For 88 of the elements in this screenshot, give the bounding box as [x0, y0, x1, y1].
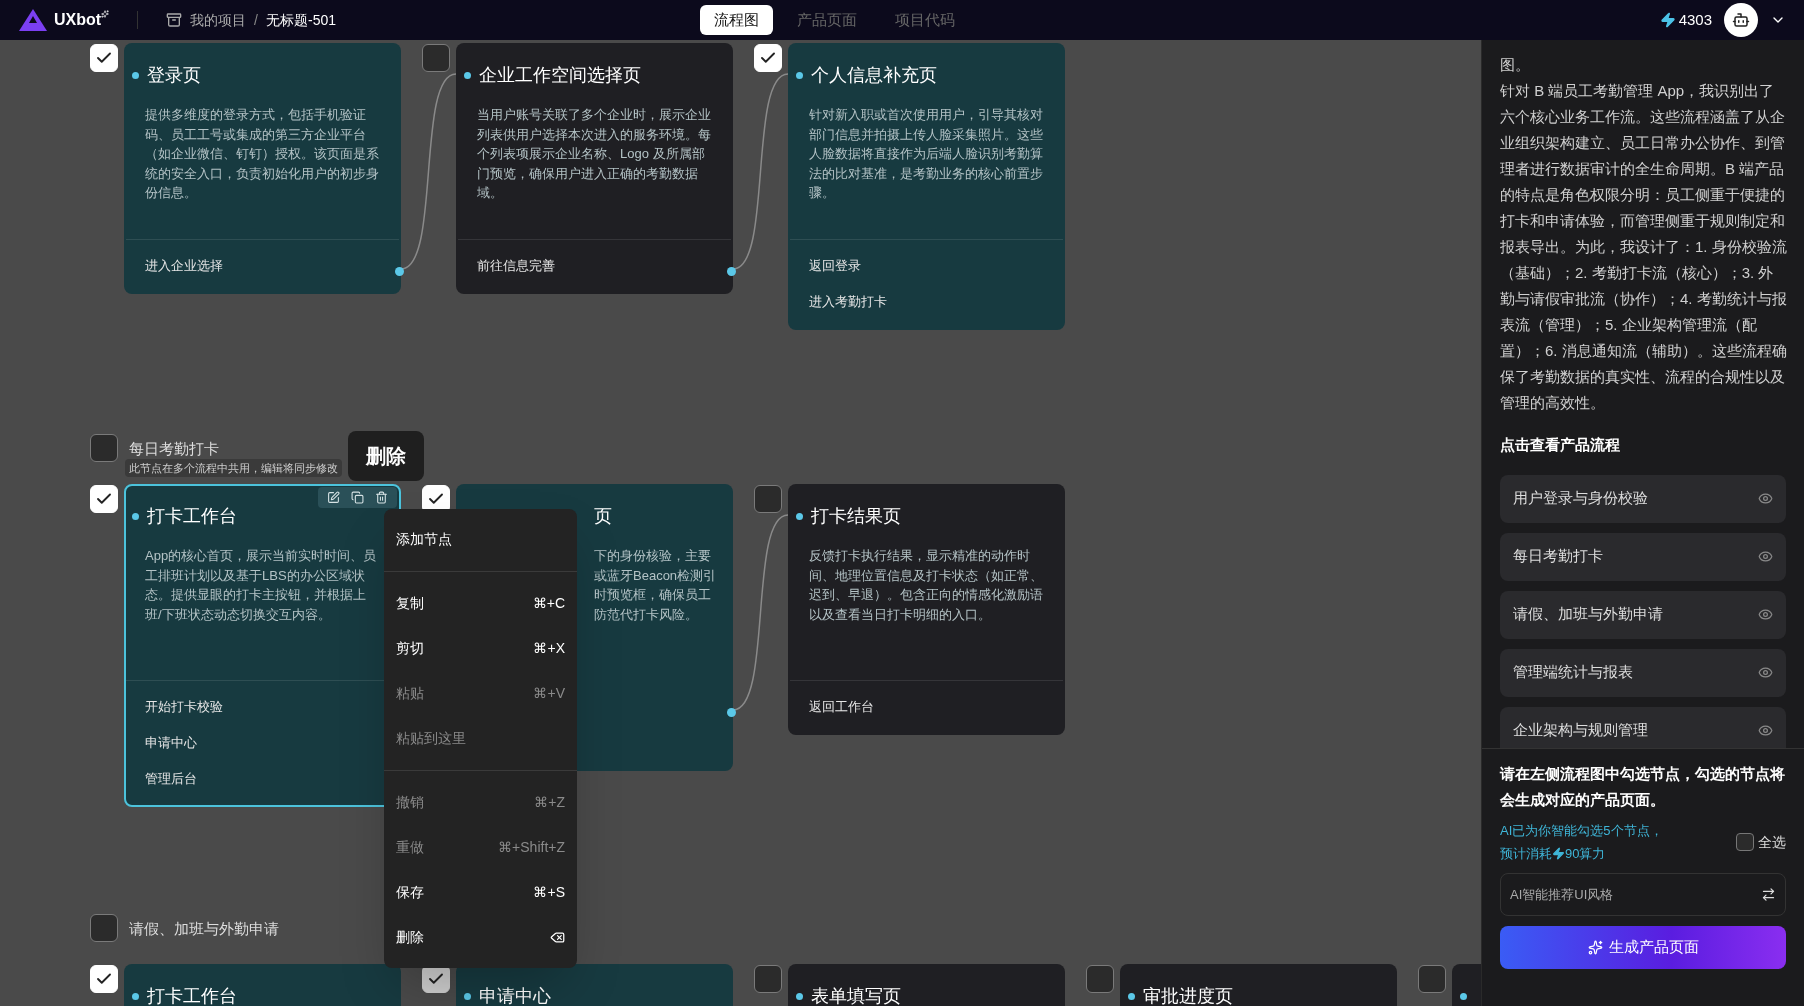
- sparkle-icon: [101, 10, 110, 18]
- generate-button[interactable]: 生成产品页面: [1500, 926, 1786, 969]
- flows-heading: 点击查看产品流程: [1500, 435, 1621, 455]
- menu-item[interactable]: 保存 ⌘+S: [384, 870, 577, 915]
- flow-list-item[interactable]: 企业架构与规则管理: [1500, 706, 1786, 748]
- sparkle-icon: [1587, 940, 1603, 955]
- eye-icon[interactable]: [1758, 723, 1773, 738]
- view-tab[interactable]: 流程图: [700, 5, 774, 35]
- checkbox[interactable]: [1418, 965, 1446, 993]
- breadcrumb-link[interactable]: 我的项目: [190, 9, 247, 31]
- menu-item[interactable]: 删除: [384, 915, 577, 960]
- node-title: 登录页: [147, 63, 201, 87]
- node-title: 申请中心: [479, 984, 551, 1006]
- node-description-fragment: 或蓝牙Beacon检测引: [594, 566, 718, 585]
- select-all-label: 全选: [1758, 832, 1786, 852]
- flow-node-card[interactable]: 企业工作空间选择页 当用户账号关联了多个企业时，展示企业列表供用户选择本次进入的服务环境。每个列表项展示企业名称、Logo 及所属部门预览，确保用户进入正确的考勤数据域。 前往信息完善: [456, 43, 733, 294]
- node-description-fragment: 防范代打卡风险。: [594, 605, 699, 624]
- lightning-icon: [1659, 12, 1676, 28]
- lightning-icon: [1552, 847, 1565, 860]
- flow-list-item[interactable]: 请假、加班与外勤申请: [1500, 590, 1786, 639]
- node-title: 表单填写页: [811, 984, 901, 1006]
- node-title: 个人信息补充页: [811, 63, 937, 87]
- eye-icon[interactable]: [1758, 549, 1773, 564]
- eye-icon[interactable]: [1758, 607, 1773, 622]
- flow-group-label: 每日考勤打卡: [129, 439, 219, 459]
- flow-list-item[interactable]: 用户登录与身份校验: [1500, 474, 1786, 523]
- node-title: 打卡工作台: [147, 984, 237, 1006]
- flow-node-card[interactable]: 打卡工作台: [124, 964, 401, 1006]
- node-description: 针对新入职或首次使用用户，引导其核对部门信息并拍摄上传人脸采集照片。这些人脸数据将直接作为后端人脸识别考勤算法的比对基准，是考勤业务的核心前置步骤。: [808, 106, 1044, 202]
- node-action[interactable]: 前往信息完善: [458, 248, 731, 284]
- cost-label: 预计消耗: [1500, 845, 1552, 863]
- style-input[interactable]: AI智能推荐UI风格: [1510, 884, 1761, 905]
- node-action[interactable]: 返回工作台: [790, 689, 1063, 725]
- checkbox[interactable]: [90, 434, 118, 462]
- node-description: 反馈打卡执行结果，显示精准的动作时间、地理位置信息及打卡状态（如正常、迟到、早退）。包含正向的情感化激励语以及查看当日打卡明细的入口。: [808, 547, 1044, 624]
- node-title: 打卡工作台: [147, 504, 237, 528]
- flow-node-card[interactable]: 表单填写页: [788, 964, 1065, 1006]
- breadcrumb-current: 无标题-501: [266, 10, 337, 30]
- flow-node-card[interactable]: 个人信息补充页 针对新入职或首次使用用户，引导其核对部门信息并拍摄上传人脸采集照片。这些人脸数据将直接作为后端人脸识别考勤算法的比对基准，是考勤业务的核心前置步骤。 返回登录 进入考勤打卡: [788, 43, 1065, 330]
- tooltip: 删除: [348, 431, 424, 481]
- instruction-text: 请在左侧流程图中勾选节点，勾选的节点将会生成对应的产品页面。: [1500, 764, 1786, 810]
- node-description: 当用户账号关联了多个企业时，展示企业列表供用户选择本次进入的服务环境。每个列表项展示企业名称、Logo 及所属部门预览，确保用户进入正确的考勤数据域。: [476, 106, 712, 202]
- view-tab[interactable]: 项目代码: [881, 5, 970, 35]
- flow-node-card[interactable]: 打卡结果页 反馈打卡执行结果，显示精准的动作时间、地理位置信息及打卡状态（如正常、迟到、早退）。包含正向的情感化激励语以及查看当日打卡明细的入口。 返回工作台: [788, 484, 1065, 735]
- swap-icon[interactable]: [1761, 887, 1776, 902]
- chat-message: 针对 B 端员工考勤管理 App，我识别出了六个核心业务工作流。这些流程涵盖了从企业组织架构建立、员工日常办公协作、到管理者进行数据审计的全生命周期。B 端产品的特点是角色权限分明：员工侧重于便捷的打卡和申请体验，而管理侧重于规则制定和报表导出。为此，我设计了：1. 身份校验流（基础）；2. 考勤打卡流（核心）；3. 外勤与请假审批流（协作）；4. 考勤统计与报表流（管理）；5. 企业架构管理流（配置）；6. 消息通知流（辅助）。这些流程确保了考勤数据的真实性、流程的合规性以及管理的高效性。: [1500, 81, 1788, 413]
- node-description-fragment: 时预览框，确保员工: [594, 586, 712, 604]
- robot-icon: [1732, 11, 1750, 29]
- node-description: App的核心首页，展示当前实时时间、员工排班计划以及基于LBS的办公区域状态。提供显眼的打卡主按钮，并根据上班/下班状态动态切换交互内容。: [144, 547, 378, 624]
- node-title: 打卡结果页: [811, 504, 901, 528]
- checkbox[interactable]: [90, 914, 118, 942]
- node-title: 企业工作空间选择页: [479, 63, 641, 87]
- node-title: 页: [594, 504, 612, 528]
- flow-list-item[interactable]: 管理端统计与报表: [1500, 648, 1786, 697]
- eye-icon[interactable]: [1758, 491, 1773, 506]
- backspace-icon: [550, 930, 565, 945]
- select-all-checkbox[interactable]: [1736, 833, 1754, 851]
- flow-node-card[interactable]: 申请中心: [456, 964, 733, 1006]
- node-action[interactable]: 返回登录: [790, 248, 1063, 284]
- node-action[interactable]: 进入企业选择: [126, 248, 399, 284]
- credit-count: 4303: [1678, 9, 1712, 30]
- app-logo-text: UXbot: [54, 10, 102, 30]
- shared-node-note: 此节点在多个流程中共用，编辑将同步修改: [125, 459, 342, 477]
- archive-icon: [166, 12, 183, 28]
- checkbox[interactable]: [754, 965, 782, 993]
- node-description: 提供多维度的登录方式，包括手机验证码、员工工号或集成的第三方企业平台（如企业微信、钉钉）授权。该页面是系统的安全入口，负责初始化用户的初步身份信息。: [144, 106, 380, 202]
- flow-list-item[interactable]: 每日考勤打卡: [1500, 532, 1786, 581]
- breadcrumb-separator: /: [254, 10, 258, 30]
- logo-icon: [18, 8, 48, 32]
- chat-message: 图。: [1500, 55, 1531, 75]
- node-action[interactable]: 进入考勤打卡: [790, 284, 1063, 320]
- edit-icon[interactable]: [327, 491, 341, 504]
- checkbox[interactable]: [1086, 965, 1114, 993]
- trash-icon[interactable]: [374, 491, 388, 504]
- cost-value: 90算力: [1565, 845, 1606, 863]
- view-tab[interactable]: 产品页面: [783, 5, 872, 35]
- node-title: 审批进度页: [1143, 984, 1233, 1006]
- copy-icon[interactable]: [351, 491, 364, 504]
- flow-node-card[interactable]: 登录页 提供多维度的登录方式，包括手机验证码、员工工号或集成的第三方企业平台（如企业微信、钉钉）授权。该页面是系统的安全入口，负责初始化用户的初步身份信息。 进入企业选择: [124, 43, 401, 294]
- avatar[interactable]: [1724, 3, 1758, 37]
- style-field[interactable]: AI智能推荐UI风格: [1500, 873, 1786, 916]
- flow-group-label: 请假、加班与外勤申请: [129, 919, 279, 939]
- flow-node-card[interactable]: 审批进度页: [1120, 964, 1397, 1006]
- checkbox[interactable]: [754, 485, 782, 513]
- checkbox[interactable]: [422, 44, 450, 72]
- node-description-fragment: 下的身份核验，主要: [594, 547, 712, 565]
- ai-selection-note: AI已为你智能勾选5个节点，: [1500, 822, 1663, 840]
- eye-icon[interactable]: [1758, 665, 1773, 680]
